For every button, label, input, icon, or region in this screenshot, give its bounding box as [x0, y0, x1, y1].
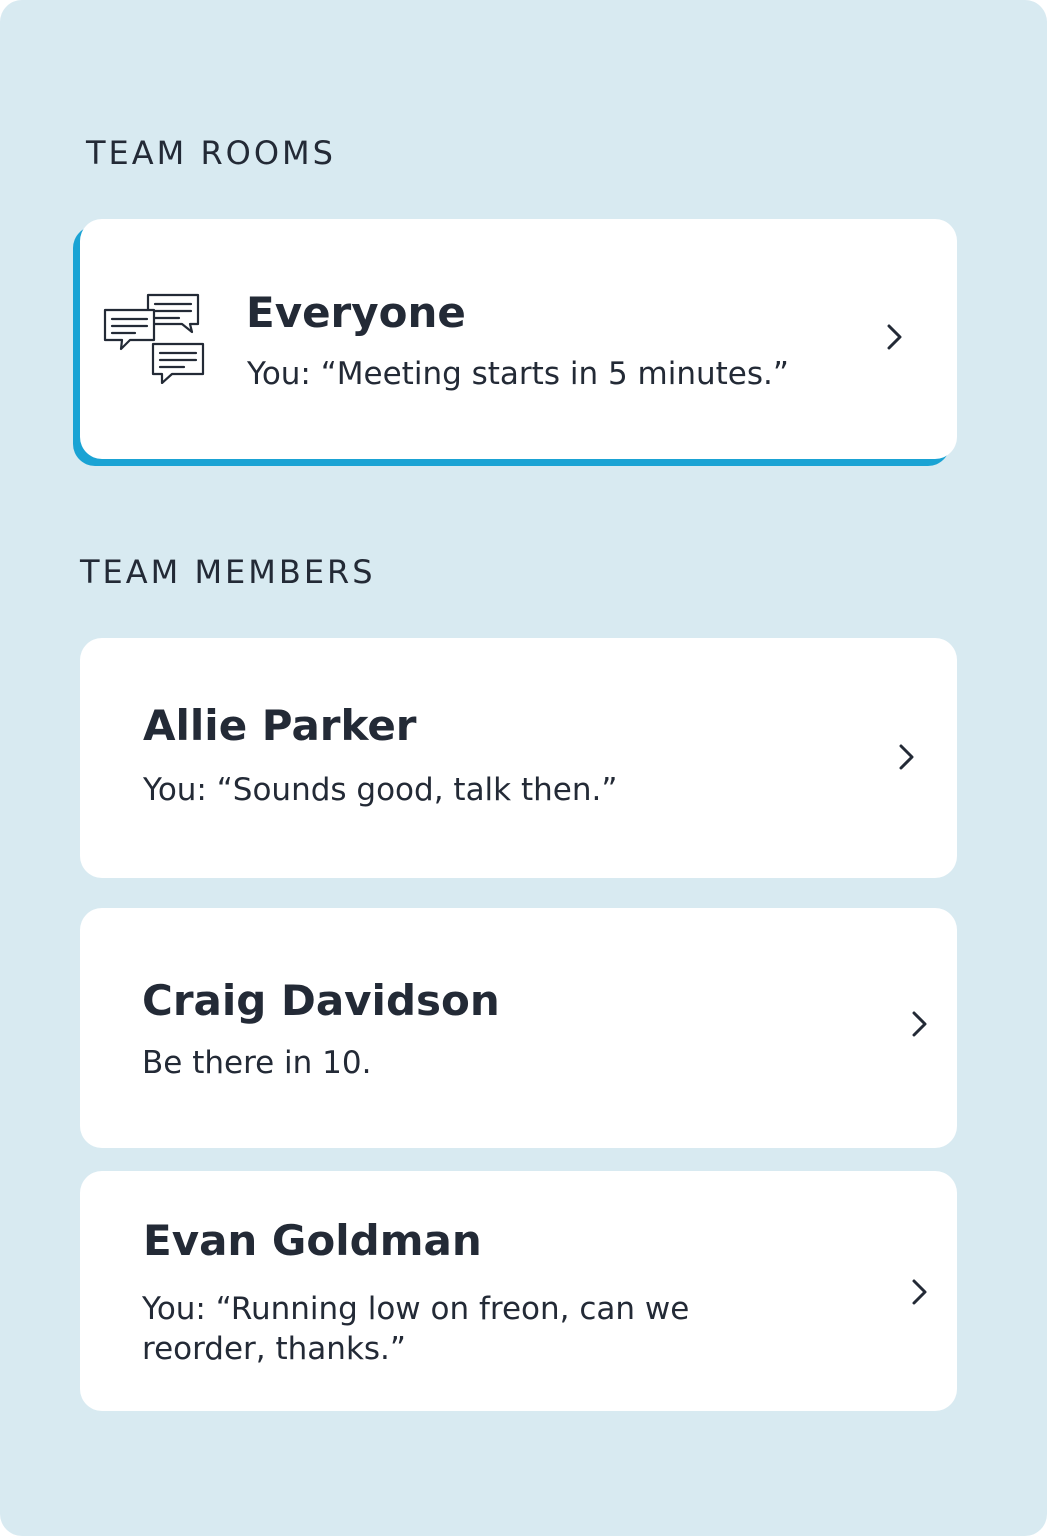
member-last-message: You: “Sounds good, talk then.”	[143, 772, 618, 808]
team-rooms-heading: TEAM ROOMS	[86, 134, 336, 172]
member-card-allie-parker[interactable]: Allie Parker You: “Sounds good, talk the…	[80, 638, 957, 878]
member-name: Allie Parker	[143, 701, 417, 750]
chat-bubbles-icon	[102, 292, 206, 385]
chevron-right-icon	[894, 742, 920, 772]
member-card-craig-davidson[interactable]: Craig Davidson Be there in 10.	[80, 908, 957, 1148]
member-last-message: You: “Running low on freon, can we reord…	[142, 1291, 690, 1367]
chevron-right-icon	[882, 322, 908, 352]
chevron-right-icon	[907, 1277, 933, 1307]
member-card-evan-goldman[interactable]: Evan Goldman You: “Running low on freon,…	[80, 1171, 957, 1411]
room-title: Everyone	[246, 288, 466, 337]
team-chat-panel: TEAM ROOMS Everyone You: “Meeting starts…	[0, 0, 1047, 1536]
team-members-heading: TEAM MEMBERS	[80, 553, 376, 591]
chevron-right-icon	[907, 1009, 933, 1039]
room-last-message: You: “Meeting starts in 5 minutes.”	[247, 356, 789, 392]
room-card-everyone[interactable]: Everyone You: “Meeting starts in 5 minut…	[80, 219, 957, 459]
member-name: Evan Goldman	[143, 1216, 482, 1265]
member-name: Craig Davidson	[142, 976, 500, 1025]
member-last-message: Be there in 10.	[142, 1045, 372, 1081]
